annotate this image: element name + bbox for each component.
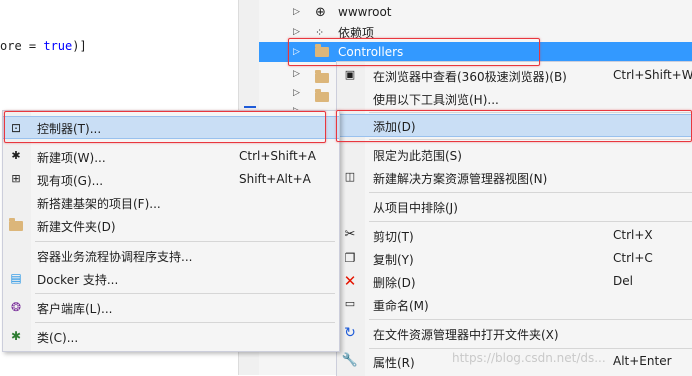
menu-item-label: Docker 支持... — [37, 273, 119, 287]
watermark: https://blog.csdn.net/ds... — [452, 351, 606, 365]
tree-item-dependencies[interactable]: ▷ ⁘ 依赖项 — [259, 22, 692, 42]
menu-item-docker-support[interactable]: ▤ Docker 支持... — [3, 267, 339, 290]
tree-item-label: Controllers — [338, 45, 404, 59]
menu-item-label: 新搭建基架的项目(F)... — [37, 197, 161, 211]
menu-item-label: 类(C)... — [37, 331, 79, 345]
menu-item-label: 从项目中排除(J) — [373, 201, 458, 215]
copy-icon: ❐ — [344, 251, 356, 265]
expand-arrow-icon[interactable]: ▷ — [293, 7, 300, 17]
new-item-icon: ✱ — [11, 149, 21, 162]
docker-icon: ▤ — [10, 271, 22, 285]
menu-item-label: 使用以下工具浏览(H)... — [373, 93, 499, 107]
menu-item-shortcut: Ctrl+C — [613, 251, 653, 265]
folder-icon — [315, 70, 329, 85]
menu-item-exclude-from-project[interactable]: 从项目中排除(J) — [337, 195, 692, 218]
menu-item-container-orchestrator[interactable]: 容器业务流程协调程序支持... — [3, 244, 339, 267]
menu-item-scope-to-this[interactable]: 限定为此范围(S) — [337, 143, 692, 166]
menu-item-new-item[interactable]: ✱ 新建项(W)... Ctrl+Shift+A — [3, 145, 339, 168]
menu-item-label: 复制(Y) — [373, 253, 414, 267]
menu-item-add[interactable]: 添加(D) — [337, 114, 692, 137]
menu-separator — [35, 293, 335, 294]
expand-arrow-icon[interactable]: ▷ — [293, 69, 300, 79]
menu-item-existing-item[interactable]: ⊞ 现有项(G)... Shift+Alt+A — [3, 168, 339, 191]
menu-separator — [369, 348, 692, 349]
menu-separator — [369, 221, 692, 222]
menu-separator — [369, 192, 692, 193]
menu-separator — [35, 241, 335, 242]
menu-separator — [369, 319, 692, 320]
refresh-icon: ↻ — [344, 325, 356, 341]
menu-separator — [35, 322, 335, 323]
menu-item-label: 添加(D) — [373, 120, 416, 134]
menu-item-class[interactable]: ✱ 类(C)... — [3, 325, 339, 348]
menu-item-open-in-file-explorer[interactable]: ↻ 在文件资源管理器中打开文件夹(X) — [337, 322, 692, 345]
menu-item-shortcut: Ctrl+Shift+A — [239, 149, 316, 163]
wrench-icon: 🔧 — [341, 353, 359, 368]
browser-icon: ▣ — [344, 68, 356, 81]
new-view-icon: ◫ — [344, 170, 356, 183]
tree-item-controllers[interactable]: ▷ Controllers — [259, 42, 692, 62]
expand-arrow-icon[interactable]: ▷ — [293, 47, 300, 57]
menu-item-new-scaffolded-item[interactable]: 新搭建基架的项目(F)... — [3, 191, 339, 214]
menu-item-cut[interactable]: ✂ 剪切(T) Ctrl+X — [337, 224, 692, 247]
new-folder-icon — [8, 217, 24, 233]
menu-item-controller[interactable]: ⊡ 控制器(T)... — [3, 116, 339, 139]
menu-item-shortcut: Del — [613, 274, 633, 288]
folder-icon — [315, 43, 329, 60]
menu-item-label: 控制器(T)... — [37, 122, 102, 136]
controller-icon: ⊡ — [10, 121, 22, 135]
menu-item-label: 客户端库(L)... — [37, 302, 113, 316]
tree-item-label: wwwroot — [338, 5, 392, 19]
menu-item-delete[interactable]: ✕ 删除(D) Del — [337, 270, 692, 293]
menu-item-label: 重命名(M) — [373, 299, 429, 313]
menu-item-label: 在文件资源管理器中打开文件夹(X) — [373, 328, 559, 342]
menu-item-label: 在浏览器中查看(360极速浏览器)(B) — [373, 70, 567, 84]
menu-item-rename[interactable]: ▭ 重命名(M) — [337, 293, 692, 316]
menu-item-client-library[interactable]: ❂ 客户端库(L)... — [3, 296, 339, 319]
context-menu: ▣ 在浏览器中查看(360极速浏览器)(B) Ctrl+Shift+W 使用以下… — [336, 61, 692, 376]
menu-item-new-folder[interactable]: 新建文件夹(D) — [3, 214, 339, 237]
menu-item-label: 新建文件夹(D) — [37, 220, 116, 234]
scroll-marker — [244, 106, 256, 108]
menu-item-label: 新建项(W)... — [37, 151, 106, 165]
menu-item-new-explorer-view[interactable]: ◫ 新建解决方案资源管理器视图(N) — [337, 166, 692, 189]
menu-separator — [369, 139, 692, 140]
tree-item-label: 依赖项 — [338, 25, 375, 40]
menu-item-shortcut: Ctrl+Shift+W — [613, 68, 692, 82]
menu-item-shortcut: Shift+Alt+A — [239, 172, 311, 186]
rename-icon: ▭ — [344, 297, 356, 310]
menu-item-browse-with[interactable]: 使用以下工具浏览(H)... — [337, 87, 692, 110]
code-line: ore = true)] — [0, 39, 87, 53]
expand-arrow-icon[interactable]: ▷ — [293, 27, 300, 37]
menu-item-label: 删除(D) — [373, 276, 416, 290]
dependencies-icon: ⁘ — [315, 25, 325, 39]
menu-item-label: 现有项(G)... — [37, 174, 104, 188]
menu-item-view-in-browser[interactable]: ▣ 在浏览器中查看(360极速浏览器)(B) Ctrl+Shift+W — [337, 64, 692, 87]
menu-item-label: 容器业务流程协调程序支持... — [37, 250, 193, 264]
delete-icon: ✕ — [343, 272, 357, 290]
tree-item-wwwroot[interactable]: ▷ ⊕ wwwroot — [259, 2, 692, 22]
solution-explorer: ▷ ⊕ wwwroot ▷ ⁘ 依赖项 ▷ Controllers — [259, 0, 692, 66]
class-icon: ✱ — [10, 329, 22, 343]
expand-arrow-icon[interactable]: ▷ — [293, 88, 300, 98]
scissors-icon: ✂ — [344, 227, 356, 242]
existing-item-icon: ⊞ — [11, 172, 21, 185]
menu-separator — [369, 112, 692, 113]
client-library-icon: ❂ — [10, 300, 22, 314]
menu-item-label: 限定为此范围(S) — [373, 149, 462, 163]
menu-item-label: 属性(R) — [373, 356, 415, 370]
globe-icon: ⊕ — [315, 4, 326, 20]
menu-item-label: 剪切(T) — [373, 230, 414, 244]
menu-item-shortcut: Ctrl+X — [613, 228, 653, 242]
folder-icon — [315, 89, 329, 104]
menu-item-copy[interactable]: ❐ 复制(Y) Ctrl+C — [337, 247, 692, 270]
add-submenu: ⊡ 控制器(T)... ✱ 新建项(W)... Ctrl+Shift+A ⊞ 现… — [2, 110, 340, 352]
menu-item-shortcut: Alt+Enter — [613, 354, 672, 368]
menu-item-label: 新建解决方案资源管理器视图(N) — [373, 172, 548, 186]
